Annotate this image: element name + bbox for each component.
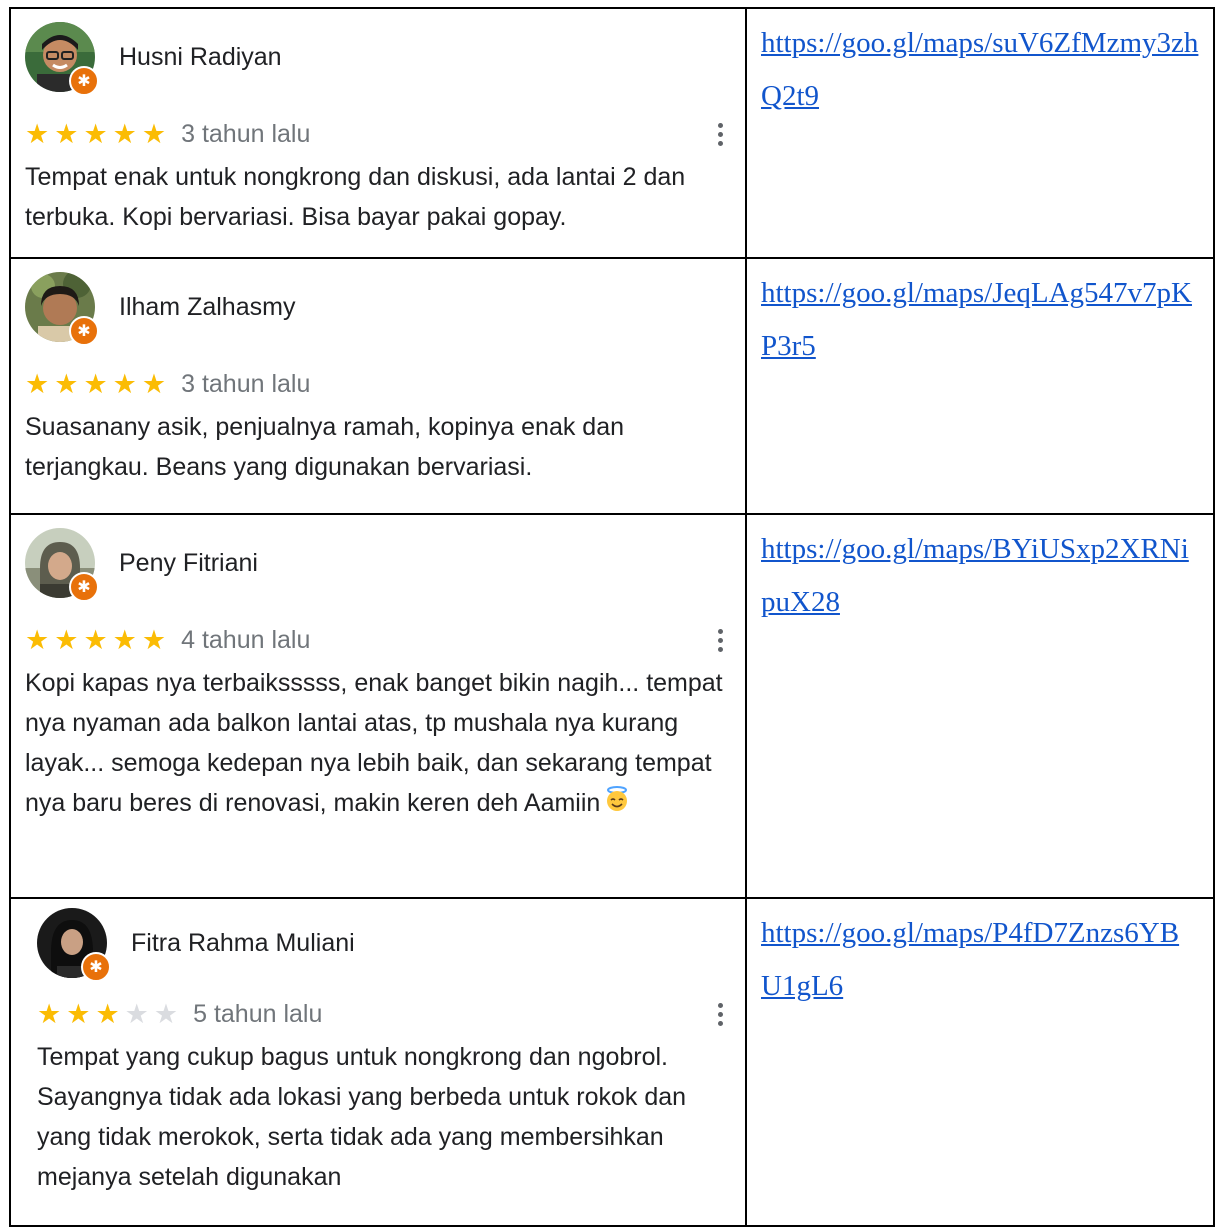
star-icon: ★: [112, 118, 137, 150]
link-cell: https://goo.gl/maps/suV6ZfMzmy3zhQ2t9: [745, 7, 1215, 259]
link-cell: https://goo.gl/maps/P4fD7Znzs6YBU1gL6: [745, 897, 1215, 1227]
maps-link[interactable]: https://goo.gl/maps/JeqLAg547v7pKP3r5: [747, 259, 1213, 373]
review-text: Kopi kapas nya terbaiksssss, enak banget…: [25, 663, 725, 824]
reviewer-name[interactable]: Fitra Rahma Muliani: [131, 929, 355, 958]
review-text: Tempat enak untuk nongkrong dan diskusi,…: [25, 163, 686, 231]
star-icon: ★: [25, 118, 50, 150]
star-icon: ★: [83, 624, 108, 656]
star-icon: ★: [83, 368, 108, 400]
link-cell: https://goo.gl/maps/JeqLAg547v7pKP3r5: [745, 257, 1215, 515]
maps-link[interactable]: https://goo.gl/maps/P4fD7Znzs6YBU1gL6: [747, 899, 1213, 1013]
review-cell: ✱ Peny Fitriani ★ ★ ★ ★ ★ 4 tahun lalu K…: [9, 513, 747, 899]
star-icon: ★: [83, 118, 108, 150]
star-rating: ★ ★ ★ ★ ★: [25, 371, 171, 398]
local-guide-badge-icon: ✱: [81, 952, 111, 982]
star-icon: ★: [112, 624, 137, 656]
review-cell: ✱ Ilham Zalhasmy ★ ★ ★ ★ ★ 3 tahun lalu …: [9, 257, 747, 515]
table-row: ✱ Peny Fitriani ★ ★ ★ ★ ★ 4 tahun lalu K…: [9, 513, 1215, 899]
review-cell: ✱ Husni Radiyan ★ ★ ★ ★ ★ 3 tahun lalu T…: [9, 7, 747, 259]
local-guide-badge-icon: ✱: [69, 572, 99, 602]
star-icon: ★: [141, 624, 167, 656]
star-icon: ★: [25, 624, 50, 656]
review-time: 4 tahun lalu: [181, 625, 311, 654]
star-icon: ★: [54, 624, 79, 656]
review-card: ✱ Peny Fitriani ★ ★ ★ ★ ★ 4 tahun lalu K…: [25, 525, 725, 824]
star-icon: ★: [141, 118, 167, 150]
more-vert-icon[interactable]: [715, 122, 725, 146]
more-vert-icon[interactable]: [715, 1002, 725, 1026]
reviewer-name[interactable]: Ilham Zalhasmy: [119, 293, 295, 322]
star-icon: ★: [37, 998, 62, 1030]
table-row: ✱ Fitra Rahma Muliani ★ ★ ★ ★ ★ 5 tahun …: [9, 897, 1215, 1227]
reviewer-name[interactable]: Peny Fitriani: [119, 549, 258, 578]
avatar[interactable]: ✱: [37, 908, 111, 982]
more-vert-icon[interactable]: [715, 628, 725, 652]
review-cell: ✱ Fitra Rahma Muliani ★ ★ ★ ★ ★ 5 tahun …: [9, 897, 747, 1227]
link-cell: https://goo.gl/maps/BYiUSxp2XRNipuX28: [745, 513, 1215, 899]
maps-link[interactable]: https://goo.gl/maps/suV6ZfMzmy3zhQ2t9: [747, 9, 1213, 123]
star-icon: ★: [66, 998, 91, 1030]
star-icon: ★: [112, 368, 137, 400]
star-rating: ★ ★ ★ ★ ★: [37, 1001, 183, 1028]
review-card: ✱ Fitra Rahma Muliani ★ ★ ★ ★ ★ 5 tahun …: [37, 908, 725, 1197]
star-icon: ★: [25, 368, 50, 400]
review-text: Suasanany asik, penjualnya ramah, kopiny…: [25, 413, 625, 481]
star-icon: ★: [153, 998, 179, 1030]
table-row: ✱ Ilham Zalhasmy ★ ★ ★ ★ ★ 3 tahun lalu …: [9, 257, 1215, 515]
avatar[interactable]: ✱: [25, 22, 99, 96]
table-row: ✱ Husni Radiyan ★ ★ ★ ★ ★ 3 tahun lalu T…: [9, 7, 1215, 259]
star-icon: ★: [95, 998, 120, 1030]
star-rating: ★ ★ ★ ★ ★: [25, 627, 171, 654]
star-icon: ★: [141, 368, 167, 400]
review-time: 3 tahun lalu: [181, 119, 311, 148]
reviewer-name[interactable]: Husni Radiyan: [119, 43, 282, 72]
star-icon: ★: [54, 118, 79, 150]
star-icon: ★: [54, 368, 79, 400]
review-card: ✱ Husni Radiyan ★ ★ ★ ★ ★ 3 tahun lalu T…: [25, 19, 725, 237]
star-icon: ★: [124, 998, 149, 1030]
avatar[interactable]: ✱: [25, 528, 99, 602]
review-time: 5 tahun lalu: [193, 999, 323, 1028]
reviews-table: ✱ Husni Radiyan ★ ★ ★ ★ ★ 3 tahun lalu T…: [9, 7, 1215, 1227]
avatar[interactable]: ✱: [25, 272, 99, 346]
star-rating: ★ ★ ★ ★ ★: [25, 121, 171, 148]
maps-link[interactable]: https://goo.gl/maps/BYiUSxp2XRNipuX28: [747, 515, 1213, 629]
review-card: ✱ Ilham Zalhasmy ★ ★ ★ ★ ★ 3 tahun lalu …: [25, 269, 725, 487]
local-guide-badge-icon: ✱: [69, 316, 99, 346]
local-guide-badge-icon: ✱: [69, 66, 99, 96]
smiling-face-with-halo-emoji: [604, 784, 630, 824]
review-text: Tempat yang cukup bagus untuk nongkrong …: [37, 1043, 687, 1191]
review-time: 3 tahun lalu: [181, 369, 311, 398]
